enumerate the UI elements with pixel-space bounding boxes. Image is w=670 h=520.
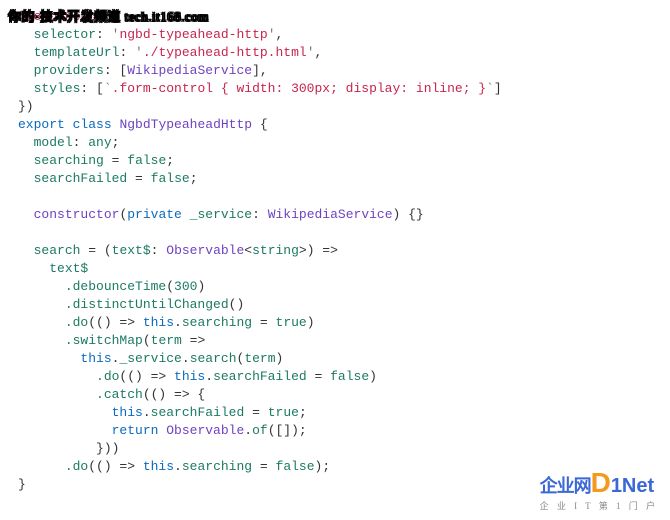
param-service: _service <box>190 207 252 222</box>
key-providers: providers <box>34 63 104 78</box>
method-search: search <box>190 351 237 366</box>
chain-switchmap: .switchMap <box>65 333 143 348</box>
type-wikipedia: WikipediaService <box>268 207 393 222</box>
templateurl-string: ./typeahead-http.html <box>143 45 307 60</box>
kw-class: class <box>73 117 112 132</box>
selector-string: ngbd-typeahead-http <box>119 27 267 42</box>
arg-term: term <box>244 351 275 366</box>
styles-string: .form-control { width: 300px; display: i… <box>112 81 486 96</box>
prop-searching-ref: searching <box>182 315 252 330</box>
constructor: constructor <box>34 207 120 222</box>
ref-service: _service <box>119 351 181 366</box>
provider-class: WikipediaService <box>127 63 252 78</box>
code-block: @Component({ selector: 'ngbd-typeahead-h… <box>0 0 670 502</box>
kw-private: private <box>127 207 182 222</box>
chain-do-2: .do <box>96 369 119 384</box>
chain-distinct: .distinctUntilChanged <box>65 297 229 312</box>
chain-catch: .catch <box>96 387 143 402</box>
kw-export: export <box>18 117 65 132</box>
kw-this: this <box>80 351 111 366</box>
bool-true: true <box>276 315 307 330</box>
type-any: any <box>88 135 111 150</box>
key-templateurl: templateUrl <box>34 45 120 60</box>
logo-d-letter: D <box>591 467 611 498</box>
prop-searchfailed-ref2: searchFailed <box>151 405 245 420</box>
type-observable: Observable <box>166 243 244 258</box>
kw-this: this <box>112 405 143 420</box>
logo-sub: 企 业 I T 第 1 门 户 <box>540 499 658 512</box>
bool-false: false <box>127 153 166 168</box>
prop-searching: searching <box>34 153 104 168</box>
logo-cn: 企业网 <box>540 476 591 496</box>
key-styles: styles <box>34 81 81 96</box>
kw-this: this <box>143 459 174 474</box>
var-text: text$ <box>49 261 88 276</box>
class-name: NgbdTypeaheadHttp <box>119 117 252 132</box>
param-term: term <box>151 333 182 348</box>
cls-observable: Observable <box>166 423 244 438</box>
chain-do-1: .do <box>65 315 88 330</box>
bool-true: true <box>268 405 299 420</box>
prop-searching-ref2: searching <box>182 459 252 474</box>
bool-false: false <box>151 171 190 186</box>
watermark-top: 你的·技术开发频道 tech.it168.com <box>8 6 209 25</box>
kw-return: return <box>112 423 159 438</box>
param-text: text$ <box>112 243 151 258</box>
num-300: 300 <box>174 279 197 294</box>
decorator-close: }) <box>18 99 34 114</box>
prop-search: search <box>34 243 81 258</box>
kw-this: this <box>174 369 205 384</box>
kw-this: this <box>143 315 174 330</box>
logo-rest: 1Net <box>611 475 654 497</box>
chain-do-3: .do <box>65 459 88 474</box>
key-selector: selector <box>34 27 96 42</box>
bool-false: false <box>276 459 315 474</box>
prop-searchfailed-ref: searchFailed <box>213 369 307 384</box>
bool-false: false <box>330 369 369 384</box>
prop-model: model <box>34 135 73 150</box>
logo-d1net: 企业网D1Net 企 业 I T 第 1 门 户 <box>540 472 658 512</box>
prop-searchfailed: searchFailed <box>34 171 128 186</box>
chain-debounce: .debounceTime <box>65 279 166 294</box>
brace-open: { <box>260 117 268 132</box>
type-string: string <box>252 243 299 258</box>
method-of: of <box>252 423 268 438</box>
